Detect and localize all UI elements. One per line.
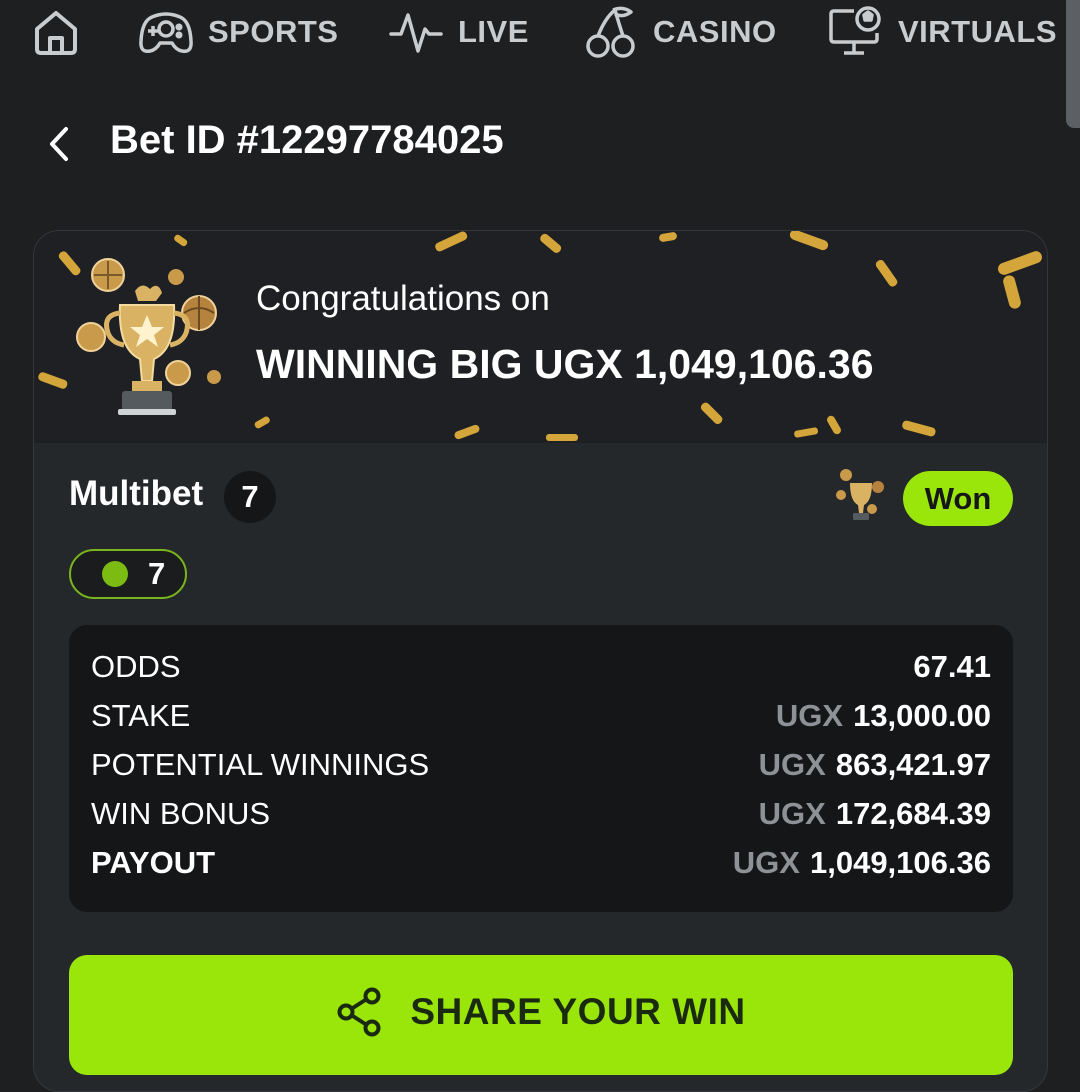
nav-live-label: LIVE: [458, 14, 529, 49]
congrats-text: Congratulations on: [256, 279, 550, 318]
page-title: Bet ID #12297784025: [110, 118, 504, 162]
cherries-icon: [586, 6, 635, 58]
summary-row-odds: ODDS 67.41: [91, 645, 991, 689]
bet-summary-panel: ODDS 67.41 STAKE UGX 13,000.00 POTENTIAL …: [69, 625, 1013, 912]
summary-value: UGX 172,684.39: [758, 796, 991, 831]
nav-home[interactable]: [32, 2, 80, 62]
summary-row-win-bonus: WIN BONUS UGX 172,684.39: [91, 792, 991, 836]
summary-label: POTENTIAL WINNINGS: [91, 747, 430, 782]
nav-sports-label: SPORTS: [208, 14, 339, 49]
win-amount-headline: WINNING BIG UGX 1,049,106.36: [256, 341, 874, 387]
summary-row-stake: STAKE UGX 13,000.00: [91, 694, 991, 738]
nav-sports[interactable]: SPORTS: [138, 2, 338, 62]
nav-live[interactable]: LIVE: [388, 2, 529, 62]
pulse-icon: [389, 13, 443, 53]
scrollbar-thumb[interactable]: [1066, 0, 1080, 128]
back-button[interactable]: [42, 124, 78, 164]
summary-label: PAYOUT: [91, 845, 216, 880]
won-dot-indicator: [102, 561, 128, 587]
summary-value: 67.41: [913, 649, 991, 684]
chevron-left-icon: [50, 127, 68, 161]
summary-label: ODDS: [91, 649, 181, 684]
legs-won-count: 7: [148, 556, 166, 591]
share-win-button[interactable]: SHARE YOUR WIN: [69, 955, 1013, 1075]
nav-virtuals[interactable]: VIRTUALS: [828, 2, 1057, 62]
summary-row-payout: PAYOUT UGX 1,049,106.36: [91, 841, 991, 885]
summary-label: WIN BONUS: [91, 796, 271, 831]
summary-label: STAKE: [91, 698, 191, 733]
monitor-ball-icon: [829, 6, 881, 55]
mini-trophy-icon: [836, 469, 884, 520]
home-icon: [35, 11, 77, 55]
nav-casino[interactable]: CASINO: [583, 2, 777, 62]
nav-casino-label: CASINO: [653, 14, 777, 49]
win-banner: Congratulations on WINNING BIG UGX 1,049…: [34, 231, 1047, 443]
share-icon: [337, 987, 381, 1037]
summary-value: UGX 1,049,106.36: [732, 845, 991, 880]
bet-detail-card: Congratulations on WINNING BIG UGX 1,049…: [33, 230, 1048, 1092]
bet-type-label: Multibet: [69, 474, 204, 513]
top-navigation: SPORTS LIVE CASINO VIRTUALS: [0, 0, 1080, 128]
summary-row-potential-winnings: POTENTIAL WINNINGS UGX 863,421.97: [91, 743, 991, 787]
selections-count-badge: 7: [224, 471, 276, 523]
status-badge: Won: [903, 471, 1013, 526]
summary-value: UGX 863,421.97: [758, 747, 991, 782]
trophy-icon: [76, 258, 221, 415]
summary-value: UGX 13,000.00: [775, 698, 991, 733]
share-button-label: SHARE YOUR WIN: [410, 991, 746, 1032]
nav-virtuals-label: VIRTUALS: [898, 14, 1057, 49]
gamepad-icon: [139, 12, 193, 54]
legs-won-pill[interactable]: 7: [69, 549, 187, 599]
